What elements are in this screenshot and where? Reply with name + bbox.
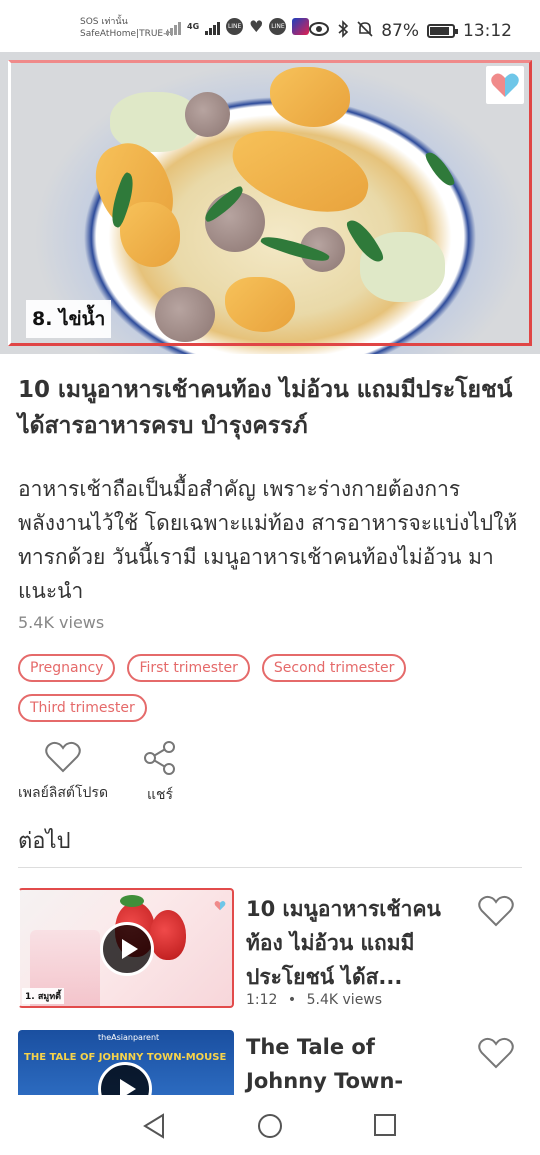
video-duration: 1:12: [246, 992, 278, 1008]
share-button[interactable]: แชร์: [142, 740, 178, 806]
bluetooth-icon: [337, 20, 349, 42]
thumbnail-brand: theAsianparent: [98, 1033, 160, 1042]
favorite-label: เพลย์ลิสต์โปรด: [18, 785, 109, 801]
signal-2-icon: [205, 19, 221, 35]
view-count: 5.4K views: [18, 613, 105, 632]
next-section-header: ต่อไป: [18, 829, 71, 854]
app-logo-icon: [486, 66, 524, 104]
play-button[interactable]: [100, 922, 154, 976]
tag-first-trimester[interactable]: First trimester: [127, 654, 250, 682]
action-bar: เพลย์ลิสต์โปรด แชร์: [18, 740, 178, 806]
heart-outline-icon: [45, 741, 81, 773]
home-circle-icon: [258, 1114, 282, 1138]
video-meta: 1:12 • 5.4K views: [246, 992, 382, 1008]
favorite-button[interactable]: [477, 1036, 515, 1074]
video-views: 5.4K views: [306, 992, 383, 1008]
video-thumbnail[interactable]: 1. สมูทตี้: [18, 888, 234, 1008]
hero-image[interactable]: 8. ไข่น้ำ: [0, 52, 540, 354]
heart-outline-icon: [478, 895, 514, 927]
line-app-icon: LINE: [226, 18, 244, 35]
meta-separator: •: [287, 992, 297, 1008]
divider: [18, 867, 522, 868]
eye-comfort-icon: [309, 22, 330, 40]
thumbnail-caption: 1. สมูทตี้: [22, 988, 65, 1004]
status-icons-right: 87% 13:12: [309, 20, 512, 42]
strawberry-leaf: [120, 895, 144, 907]
home-button[interactable]: [257, 1113, 283, 1143]
heart-outline-icon: [478, 1037, 514, 1069]
network-type: 4G: [187, 22, 200, 31]
carrier-info: SOS เท่านั้น SafeAtHome|TRUE-H: [80, 16, 173, 40]
next-video-card[interactable]: 1. สมูทตี้ 10 เมนูอาหารเช้าคนท้อง ไม่อ้ว…: [18, 888, 523, 1008]
video-title[interactable]: 10 เมนูอาหารเช้าคนท้อง ไม่อ้วน แถมมีประโ…: [246, 892, 446, 994]
recents-square-icon: [374, 1114, 396, 1136]
line-app-2-icon: LINE: [269, 18, 287, 35]
system-nav-bar: [0, 1095, 540, 1155]
clock: 13:12: [463, 21, 512, 41]
tag-list: Pregnancy First trimester Second trimest…: [18, 654, 528, 722]
carrier-line-2: SafeAtHome|TRUE-H: [80, 29, 174, 39]
article-title: 10 เมนูอาหารเช้าคนท้อง ไม่อ้วน แถมมีประโ…: [18, 377, 513, 439]
heart-notification-icon: ♥: [249, 16, 264, 36]
mute-bell-icon: [357, 20, 373, 42]
back-triangle-icon: [143, 1113, 164, 1139]
video-thumbnail[interactable]: theAsianparent THE TALE OF JOHNNY TOWN-M…: [18, 1030, 234, 1095]
app-logo-icon: [214, 896, 226, 911]
share-label: แชร์: [147, 787, 174, 803]
recents-button[interactable]: [373, 1113, 397, 1141]
video-title[interactable]: The Tale of Johnny Town-mouse: [246, 1030, 446, 1095]
back-button[interactable]: [142, 1113, 166, 1143]
next-video-card[interactable]: theAsianparent THE TALE OF JOHNNY TOWN-M…: [18, 1030, 523, 1095]
play-button[interactable]: [98, 1062, 152, 1095]
lazada-app-icon: [292, 18, 310, 35]
status-bar: SOS เท่านั้น SafeAtHome|TRUE-H 4G LINE ♥…: [0, 0, 540, 52]
tag-pregnancy[interactable]: Pregnancy: [18, 654, 116, 682]
battery-percent: 87%: [381, 21, 419, 41]
hero-caption: 8. ไข่น้ำ: [26, 300, 112, 338]
tag-third-trimester[interactable]: Third trimester: [18, 694, 147, 722]
tag-second-trimester[interactable]: Second trimester: [261, 654, 407, 682]
favorite-button[interactable]: เพลย์ลิสต์โปรด: [18, 740, 108, 806]
status-icons-left: 4G LINE ♥ LINE: [166, 16, 310, 36]
share-icon: [144, 741, 176, 775]
favorite-button[interactable]: [477, 894, 515, 932]
signal-1-icon: [166, 19, 181, 35]
article-description: อาหารเช้าถือเป็นมื้อสำคัญ เพราะร่างกายต้…: [18, 477, 518, 603]
carrier-line-1: SOS เท่านั้น: [80, 17, 128, 27]
strawberry: [150, 910, 186, 960]
battery-icon: [427, 24, 458, 38]
